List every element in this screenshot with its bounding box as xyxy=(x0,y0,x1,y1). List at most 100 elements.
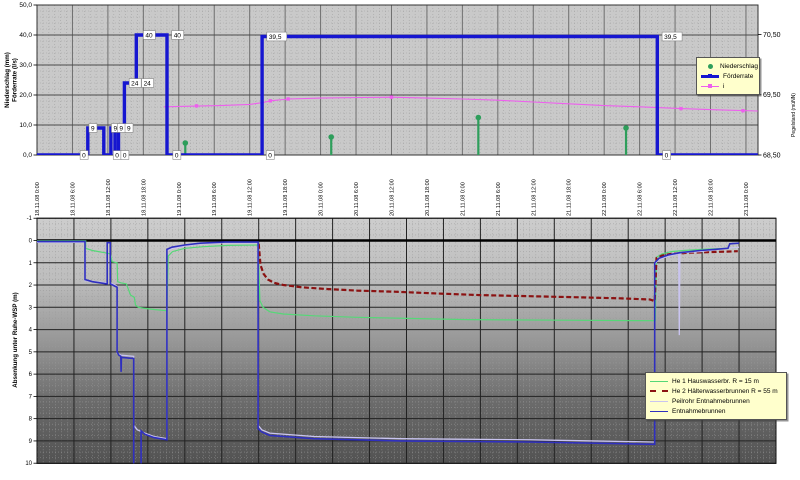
series-i-marker xyxy=(741,109,744,112)
legend-item-he2: He 2 Hälterwasserbrunnen R = 55 m xyxy=(650,386,782,396)
y-tick-label: 10 xyxy=(25,461,32,467)
y-tick-label: 5 xyxy=(29,350,33,356)
legend-label: Peilrohr Entnahmebrunnen xyxy=(672,398,750,405)
bottom-chart: -1 0 1 2 3 4 5 6 7 8 9 10 Absenkung unter Ruhe-WSP (… xyxy=(12,216,776,473)
x-tick-label: 18.11.08 18:00 xyxy=(141,179,147,216)
y-tick-label: 1 xyxy=(29,261,33,267)
series-i-marker xyxy=(390,95,393,98)
point-label: 24 xyxy=(144,80,152,87)
series-i-marker xyxy=(195,104,198,107)
pump-test-chart-page: 099990024244040039,5039,500,010,020,030,… xyxy=(0,0,800,480)
y-axis-label: Absenkung unter Ruhe-WSP (m) xyxy=(12,292,19,387)
foerderrate-line-icon xyxy=(701,75,719,78)
legend-label: He 2 Hälterwasserbrunnen R = 55 m xyxy=(672,388,778,395)
point-label: 39,5 xyxy=(269,34,282,41)
point-label: 0 xyxy=(268,152,272,159)
point-label: 40 xyxy=(145,32,153,39)
bottom-chart-legend: He 1 Hauswasserbr. R = 15 m He 2 Hälterw… xyxy=(645,372,787,420)
x-tick-label: 23.11.08 0:00 xyxy=(744,182,750,216)
x-tick-label: 19.11.08 6:00 xyxy=(212,182,218,216)
x-tick-label: 20.11.08 12:00 xyxy=(389,179,395,216)
y-left-tick-label: 20,0 xyxy=(19,92,32,99)
legend-label: Niederschlag xyxy=(720,63,758,70)
x-tick-label: 22.11.08 6:00 xyxy=(638,182,644,216)
y-left-tick-label: 10,0 xyxy=(19,122,32,129)
point-label: 24 xyxy=(131,80,139,87)
x-tick-label: 18.11.08 6:00 xyxy=(70,182,76,216)
y-left-tick-label: 50,0 xyxy=(19,2,32,9)
series-i-marker xyxy=(269,99,272,102)
y-tick-label: 8 xyxy=(29,417,33,423)
peilrohr-line-icon xyxy=(650,401,668,402)
he2-dashed-line-icon xyxy=(650,390,668,392)
x-tick-label: 22.11.08 12:00 xyxy=(673,179,679,216)
entnahmebrunnen-line-icon xyxy=(650,411,668,412)
legend-item-he1: He 1 Hauswasserbr. R = 15 m xyxy=(650,376,782,386)
legend-item-niederschlag: Niederschlag xyxy=(701,61,755,71)
legend-label: He 1 Hauswasserbr. R = 15 m xyxy=(672,378,759,385)
top-chart-legend: Niederschlag Förderrate i xyxy=(696,57,760,95)
point-label: 9 xyxy=(113,125,117,132)
top-chart: 099990024244040039,5039,500,010,020,030,… xyxy=(4,2,797,159)
x-axis-labels: 18.11.08 0:00 18.11.08 6:00 18.11.08 12:00… xyxy=(35,179,750,216)
y-right-axis-label: Pegelstand (müNN) xyxy=(791,93,797,137)
x-tick-label: 21.11.08 18:00 xyxy=(567,179,573,216)
niederschlag-dot xyxy=(623,125,629,131)
legend-label: i xyxy=(723,83,724,90)
y-right-tick-label: 68,50 xyxy=(763,152,781,159)
bottom-major-grid xyxy=(37,218,776,463)
y-right-tick-label: 70,50 xyxy=(763,32,781,39)
y-tick-label: -1 xyxy=(27,216,33,222)
x-tick-label: 19.11.08 12:00 xyxy=(248,179,254,216)
he1-line-icon xyxy=(650,381,668,382)
niederschlag-dot-icon xyxy=(708,64,713,69)
y-tick-label: 3 xyxy=(29,305,33,311)
x-tick-label: 20.11.08 18:00 xyxy=(425,179,431,216)
legend-item-foerderrate: Förderrate xyxy=(701,71,755,81)
point-label: 0 xyxy=(82,152,86,159)
legend-item-i: i xyxy=(701,81,755,91)
x-tick-label: 19.11.08 18:00 xyxy=(283,179,289,216)
legend-item-peilrohr: Peilrohr Entnahmebrunnen xyxy=(650,396,782,406)
x-tick-label: 18.11.08 0:00 xyxy=(35,182,41,216)
y-tick-label: 0 xyxy=(29,239,33,245)
y-left-tick-label: 30,0 xyxy=(19,62,32,69)
series-i-marker xyxy=(286,97,289,100)
y-right-tick-label: 69,50 xyxy=(763,92,781,99)
x-tick-label: 22.11.08 0:00 xyxy=(602,182,608,216)
x-tick-label: 21.11.08 6:00 xyxy=(496,182,502,216)
y-left-axis-label-line2: Förderrate (l/s) xyxy=(12,58,19,102)
x-tick-label: 18.11.08 12:00 xyxy=(106,179,112,216)
series-i-marker xyxy=(679,107,682,110)
legend-item-entnahmebrunnen: Entnahmebrunnen xyxy=(650,406,782,416)
gradient-line-icon xyxy=(701,86,719,87)
y-left-axis-label-line1: Niederschlag (mm) xyxy=(4,52,11,108)
point-label: 0 xyxy=(123,152,127,159)
y-tick-label: 9 xyxy=(29,439,33,445)
niederschlag-dot xyxy=(182,140,188,146)
legend-label: Entnahmebrunnen xyxy=(672,408,726,415)
y-tick-label: 7 xyxy=(29,394,33,400)
niederschlag-dot xyxy=(328,134,334,140)
y-tick-label: 6 xyxy=(29,372,33,378)
point-label: 0 xyxy=(175,152,179,159)
x-tick-label: 20.11.08 0:00 xyxy=(319,182,325,216)
x-tick-label: 21.11.08 0:00 xyxy=(460,182,466,216)
x-tick-label: 22.11.08 18:00 xyxy=(709,179,715,216)
y-left-tick-label: 40,0 xyxy=(19,32,32,39)
x-tick-label: 19.11.08 0:00 xyxy=(177,182,183,216)
x-tick-label: 21.11.08 12:00 xyxy=(531,179,537,216)
point-label: 40 xyxy=(174,32,182,39)
y-left-tick-label: 0,0 xyxy=(23,152,32,159)
point-label: 9 xyxy=(127,125,131,132)
point-label: 0 xyxy=(665,152,669,159)
y-tick-label: 2 xyxy=(29,283,33,289)
niederschlag-dot xyxy=(476,115,482,121)
x-tick-label: 20.11.08 6:00 xyxy=(354,182,360,216)
y-tick-label: 4 xyxy=(29,328,33,334)
legend-label: Förderrate xyxy=(723,73,753,80)
point-label: 0 xyxy=(115,152,119,159)
point-label: 9 xyxy=(91,125,95,132)
point-label: 39,5 xyxy=(664,34,677,41)
point-label: 9 xyxy=(119,125,123,132)
